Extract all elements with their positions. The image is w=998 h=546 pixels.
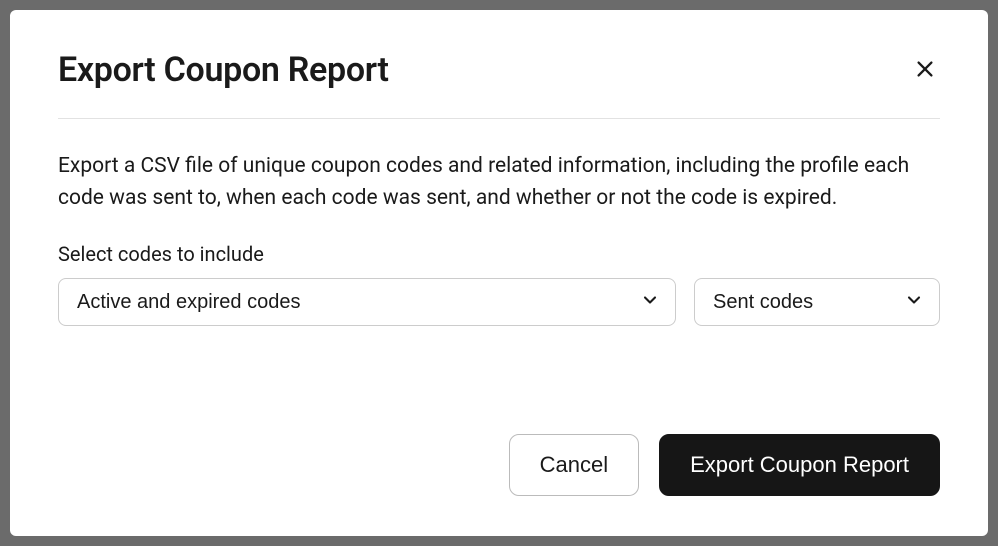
- modal-body: Export a CSV file of unique coupon codes…: [58, 119, 940, 326]
- sent-filter-select-value: Sent codes: [713, 291, 813, 314]
- code-status-select[interactable]: Active and expired codes: [58, 278, 676, 326]
- export-coupon-report-modal: Export Coupon Report Export a CSV file o…: [10, 10, 988, 536]
- code-status-select-value: Active and expired codes: [77, 291, 300, 314]
- export-button[interactable]: Export Coupon Report: [659, 434, 940, 496]
- modal-header: Export Coupon Report: [58, 50, 940, 119]
- cancel-button[interactable]: Cancel: [509, 434, 639, 496]
- modal-footer: Cancel Export Coupon Report: [58, 394, 940, 496]
- sent-filter-select-wrapper: Sent codes: [694, 278, 940, 326]
- close-icon: [914, 58, 936, 83]
- close-button[interactable]: [910, 54, 940, 87]
- modal-title: Export Coupon Report: [58, 50, 389, 90]
- select-row: Active and expired codes Sent codes: [58, 278, 940, 326]
- code-status-select-wrapper: Active and expired codes: [58, 278, 676, 326]
- sent-filter-select[interactable]: Sent codes: [694, 278, 940, 326]
- modal-description: Export a CSV file of unique coupon codes…: [58, 151, 940, 214]
- select-codes-label: Select codes to include: [58, 242, 940, 266]
